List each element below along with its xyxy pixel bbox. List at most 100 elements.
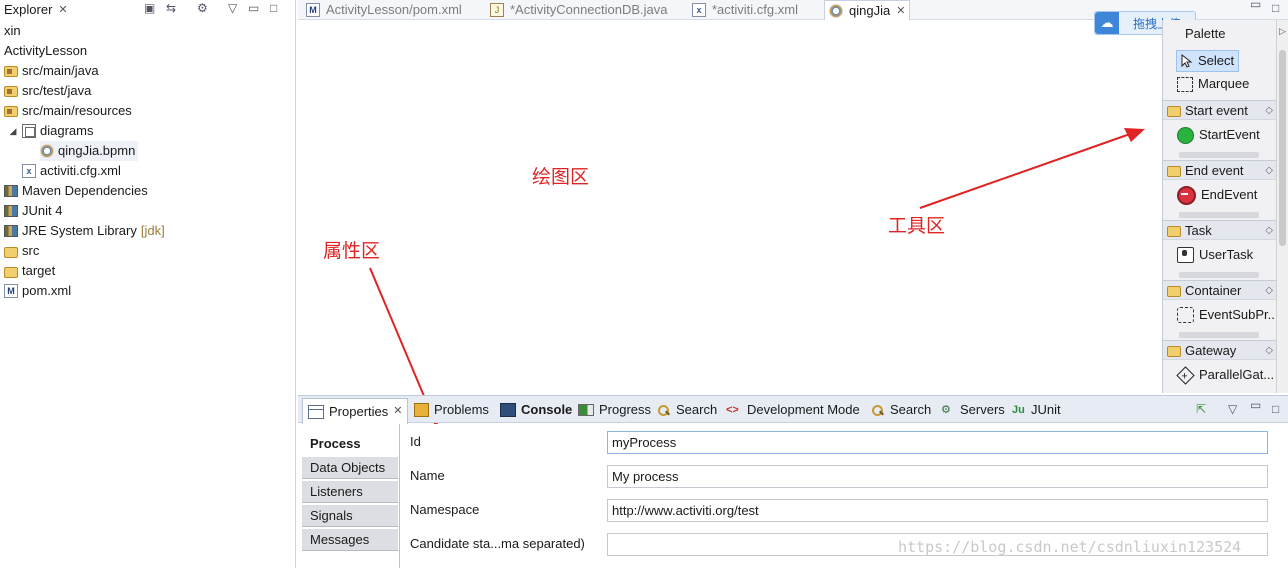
tree-item[interactable]: qingJia.bpmn	[40, 141, 139, 161]
close-icon[interactable]: ✕	[58, 1, 67, 19]
palette-item-clipped	[1179, 152, 1259, 158]
tree-item[interactable]: JRE System Library [jdk]	[4, 221, 165, 241]
tool-label: Marquee	[1198, 76, 1250, 91]
tab-search[interactable]: Search	[657, 396, 717, 423]
pin-icon[interactable]: ◇	[1265, 161, 1273, 180]
item-label: UserTask	[1199, 247, 1254, 262]
maximize-icon[interactable]: □	[1272, 1, 1279, 15]
pin-icon[interactable]: ◇	[1265, 221, 1273, 240]
palette-group-end-event[interactable]: End event ◇	[1163, 160, 1276, 180]
tab-problems[interactable]: Problems	[414, 396, 489, 423]
minimize-icon[interactable]: ▭	[1250, 0, 1261, 11]
drawing-canvas[interactable]: 绘图区 工具区 属性区	[298, 20, 1162, 393]
palette-group-start-event[interactable]: Start event ◇	[1163, 100, 1276, 120]
tree-item[interactable]: x activiti.cfg.xml	[8, 161, 121, 181]
item-label: EndEvent	[1201, 187, 1258, 202]
tab-console[interactable]: Console	[500, 396, 572, 423]
tree-item[interactable]: ◢ diagrams	[8, 121, 93, 141]
package-folder-icon	[4, 105, 18, 117]
side-tab-listeners[interactable]: Listeners	[302, 481, 398, 503]
annotation-properties-area: 属性区	[323, 240, 381, 262]
collapse-all-icon[interactable]: ▣	[144, 1, 155, 15]
tree-item-label: src	[22, 243, 40, 258]
tree-item[interactable]: target	[4, 261, 55, 281]
tab-properties[interactable]: Properties ✕	[302, 398, 409, 424]
tab-label: *ActivityConnectionDB.java	[510, 1, 668, 17]
tree-item[interactable]: src	[4, 241, 39, 261]
close-icon[interactable]: ✕	[896, 2, 905, 20]
side-tab-messages[interactable]: Messages	[302, 529, 398, 551]
name-field[interactable]	[607, 465, 1268, 488]
maximize-icon[interactable]: □	[1272, 402, 1279, 416]
open-new-view-icon[interactable]: ⇱	[1196, 402, 1206, 416]
palette-item-start-event[interactable]: StartEvent	[1177, 125, 1260, 145]
maximize-icon[interactable]: □	[270, 1, 277, 15]
tab-activiti-cfg-xml[interactable]: x *activiti.cfg.xml	[692, 0, 798, 19]
tree-item[interactable]: src/test/java	[4, 81, 91, 101]
tab-label: Properties	[329, 404, 389, 419]
tree-item[interactable]: src/main/java	[4, 61, 99, 81]
tab-progress[interactable]: Progress	[578, 396, 651, 423]
properties-side-tabs: Process Data Objects Listeners Signals M…	[298, 424, 400, 568]
palette-item-parallel-gateway[interactable]: ParallelGat...	[1176, 365, 1274, 385]
pin-icon[interactable]: ◇	[1265, 101, 1273, 120]
expand-twisty-icon[interactable]: ◢	[8, 121, 18, 141]
select-arrow-icon	[1181, 53, 1193, 68]
id-field[interactable]	[607, 431, 1268, 454]
tab-junit[interactable]: Ju JUnit	[1012, 396, 1061, 423]
scrollbar-thumb[interactable]	[1279, 50, 1286, 246]
filters-icon[interactable]: ⚙	[197, 1, 208, 15]
annotation-drawing-area: 绘图区	[532, 166, 590, 188]
tab-label: qingJia	[849, 2, 891, 18]
tree-item[interactable]: Maven Dependencies	[4, 181, 148, 201]
palette-group-task[interactable]: Task ◇	[1163, 220, 1276, 240]
explorer-tab[interactable]: Explorer ✕	[0, 0, 74, 20]
tree-item[interactable]: src/main/resources	[4, 101, 132, 121]
diagrams-folder-icon	[22, 124, 36, 138]
pin-icon[interactable]: ◇	[1265, 341, 1273, 360]
palette-group-container[interactable]: Container ◇	[1163, 280, 1276, 300]
minimize-icon[interactable]: ▭	[1250, 398, 1261, 412]
close-icon[interactable]: ✕	[393, 399, 402, 424]
tab-label: Problems	[434, 402, 489, 417]
user-task-icon	[1177, 247, 1194, 263]
namespace-field[interactable]	[607, 499, 1268, 522]
tab-qingjia[interactable]: qingJia ✕	[824, 0, 911, 20]
view-menu-icon[interactable]: ▽	[228, 1, 237, 15]
tab-activity-connection-db[interactable]: J *ActivityConnectionDB.java	[490, 0, 668, 19]
palette-item-event-subprocess[interactable]: EventSubPr...	[1177, 305, 1276, 325]
library-icon	[4, 185, 18, 197]
explorer-tab-label: Explorer	[4, 2, 53, 17]
name-label: Name	[410, 468, 445, 483]
tree-item[interactable]: ActivityLesson	[4, 41, 87, 61]
side-tab-data-objects[interactable]: Data Objects	[302, 457, 398, 479]
tab-development-mode[interactable]: <> Development Mode	[726, 396, 860, 423]
tree-item[interactable]: JUnit 4	[4, 201, 62, 221]
tool-marquee[interactable]: Marquee	[1177, 74, 1249, 94]
package-folder-icon	[4, 85, 18, 97]
palette-item-end-event[interactable]: EndEvent	[1177, 185, 1257, 205]
tree-item[interactable]: Mpom.xml	[4, 281, 71, 301]
palette-group-gateway[interactable]: Gateway ◇	[1163, 340, 1276, 360]
side-tab-process[interactable]: Process	[302, 433, 398, 455]
tree-item-label: src/main/resources	[22, 103, 132, 118]
side-tab-signals[interactable]: Signals	[302, 505, 398, 527]
tab-pom-xml[interactable]: M ActivityLesson/pom.xml	[306, 0, 462, 19]
tab-servers[interactable]: ⚙ Servers	[941, 396, 1005, 423]
tab-search-2[interactable]: Search	[871, 396, 931, 423]
maven-pom-icon: M	[4, 284, 18, 298]
minimize-icon[interactable]: ▭	[248, 1, 259, 15]
view-menu-icon[interactable]: ▽	[1228, 402, 1237, 416]
pin-icon[interactable]: ◇	[1265, 281, 1273, 300]
tool-select[interactable]: Select	[1176, 50, 1240, 72]
servers-icon: ⚙	[941, 403, 951, 416]
package-folder-icon	[4, 65, 18, 77]
palette-collapse-icon[interactable]: ▷	[1279, 26, 1286, 37]
link-with-editor-icon[interactable]: ⇆	[166, 1, 176, 15]
tree-item-label: JUnit 4	[22, 203, 63, 218]
start-event-icon	[1177, 126, 1194, 144]
progress-icon	[578, 403, 594, 416]
palette-scrollbar[interactable]: ▷	[1276, 20, 1288, 393]
palette-item-user-task[interactable]: UserTask	[1177, 245, 1253, 265]
tree-item[interactable]: xin	[4, 21, 21, 41]
